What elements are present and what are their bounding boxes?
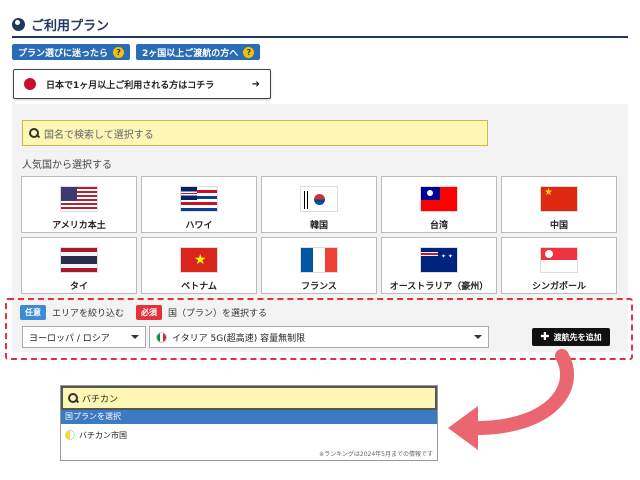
country-button-china[interactable]: 中国 (501, 176, 617, 233)
country-name: オーストラリア（豪州） (389, 282, 489, 292)
dropdown-option-label: バチカン市国 (79, 430, 127, 440)
plan-selection-page: ご利用プラン プラン選びに迷ったら ? 2ヶ国以上ご渡航の方へ ? 日本で1ヶ月… (0, 0, 640, 480)
add-destination-button[interactable]: ✚ 渡航先を追加 (532, 328, 610, 346)
page-title: ご利用プラン (31, 18, 110, 34)
taiwan-flag-icon (420, 186, 458, 212)
filter-instructions: 任意 エリアを絞り込む 必須 国（プラン）を選択する (20, 305, 267, 320)
country-button-hawaii[interactable]: ハワイ (141, 176, 257, 233)
country-name: 韓国 (309, 221, 328, 231)
country-name: ハワイ (185, 221, 213, 231)
country-button-thailand[interactable]: タイ (21, 237, 137, 294)
section-header: ご利用プラン (12, 12, 628, 38)
vatican-flag-icon (65, 430, 75, 440)
italy-flag-icon (156, 331, 167, 343)
thailand-flag-icon (60, 247, 98, 273)
plan-select[interactable]: イタリア 5G(超高速) 容量無制限 (149, 326, 489, 348)
chevron-down-icon (474, 335, 482, 339)
dropdown-option-vatican[interactable]: バチカン市国 (61, 428, 437, 442)
country-button-australia[interactable]: オーストラリア（豪州） (381, 237, 497, 294)
required-instruction: 国（プラン）を選択する (168, 309, 268, 319)
question-icon: ? (243, 46, 255, 58)
region-select[interactable]: ヨーロッパ / ロシア (22, 326, 146, 348)
popular-countries-grid: アメリカ本土 ハワイ 韓国 台湾 中国 タイ ベトナム フランス (21, 176, 621, 294)
country-button-vietnam[interactable]: ベトナム (141, 237, 257, 294)
hawaii-flag-icon (180, 186, 218, 212)
help-link-multi-country[interactable]: 2ヶ国以上ご渡航の方へ ? (136, 44, 261, 60)
japan-long-stay-button[interactable]: 日本で1ヶ月以上ご利用される方はコチラ ➜ (13, 69, 271, 99)
region-select-value: ヨーロッパ / ロシア (29, 333, 110, 344)
country-button-france[interactable]: フランス (261, 237, 377, 294)
china-flag-icon (540, 186, 578, 212)
dropdown-search-input[interactable]: バチカン (61, 386, 437, 410)
dropdown-search-value: バチカン (82, 394, 119, 405)
arrow-right-icon: ➜ (251, 78, 260, 90)
curved-arrow-icon (448, 349, 574, 450)
optional-badge: 任意 (20, 305, 46, 320)
australia-flag-icon (420, 247, 458, 273)
vietnam-flag-icon (180, 247, 218, 273)
search-icon (68, 393, 78, 403)
country-button-singapore[interactable]: シンガポール (501, 237, 617, 294)
add-destination-label: 渡航先を追加 (553, 332, 602, 342)
singapore-flag-icon (540, 247, 578, 273)
help-link-label: 2ヶ国以上ご渡航の方へ (142, 48, 239, 59)
globe-icon (12, 17, 25, 31)
required-badge: 必須 (136, 305, 163, 320)
country-name: シンガポール (531, 282, 586, 292)
question-icon: ? (113, 46, 125, 58)
japan-flag-icon (24, 78, 36, 90)
plus-icon: ✚ (540, 330, 550, 343)
search-icon (29, 128, 39, 138)
country-search-input[interactable]: 国名で検索して選択する (22, 120, 488, 146)
dropdown-header: 国プランを選択 (61, 410, 437, 424)
country-name: アメリカ本土 (52, 221, 106, 231)
country-button-usa[interactable]: アメリカ本土 (21, 176, 137, 233)
ranking-note: ※ランキングは2024年5月までの情報です (319, 451, 433, 458)
country-button-korea[interactable]: 韓国 (261, 176, 377, 233)
france-flag-icon (300, 247, 338, 273)
chevron-down-icon (131, 335, 139, 339)
korea-flag-icon (300, 186, 338, 212)
help-link-label: プラン選びに迷ったら (18, 48, 109, 59)
country-search-dropdown: バチカン 国プランを選択 バチカン市国 ※ランキングは2024年5月までの情報で… (60, 385, 438, 461)
optional-instruction: エリアを絞り込む (52, 309, 125, 319)
us-flag-icon (60, 186, 98, 212)
country-name: 中国 (549, 221, 568, 231)
plan-select-value: イタリア 5G(超高速) 容量無制限 (172, 333, 306, 344)
search-placeholder: 国名で検索して選択する (44, 129, 154, 141)
country-name: タイ (69, 282, 88, 292)
country-button-taiwan[interactable]: 台湾 (381, 176, 497, 233)
japan-button-label: 日本で1ヶ月以上ご利用される方はコチラ (46, 80, 215, 91)
country-name: フランス (301, 282, 337, 292)
country-name: 台湾 (429, 221, 448, 231)
country-name: ベトナム (181, 282, 217, 292)
help-link-plan-choice[interactable]: プラン選びに迷ったら ? (12, 44, 131, 60)
help-links: プラン選びに迷ったら ? 2ヶ国以上ご渡航の方へ ? (12, 44, 261, 60)
popular-countries-label: 人気国から選択する (22, 160, 112, 171)
